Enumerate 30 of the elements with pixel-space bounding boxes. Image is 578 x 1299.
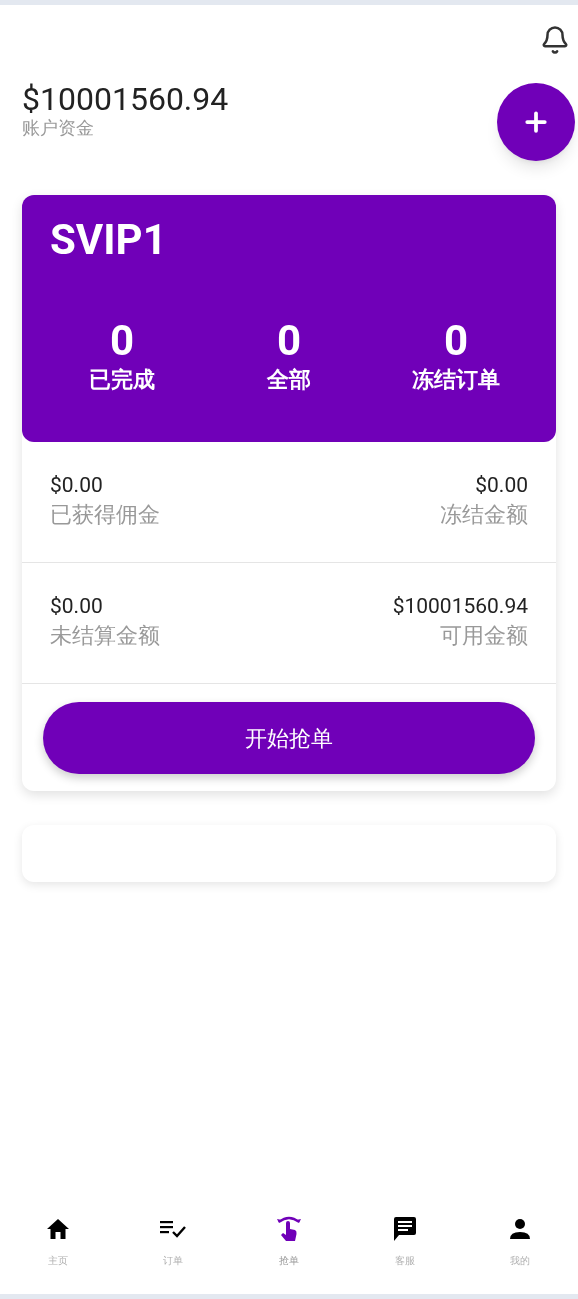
nav-tab[interactable]: 主页 xyxy=(17,1215,98,1268)
stat-value: 0 xyxy=(443,317,469,365)
money-amount: $0.00 xyxy=(50,593,103,619)
vip-level: SVIP1 xyxy=(50,215,168,265)
money-amount: $0.00 xyxy=(475,472,528,498)
nav-tab[interactable]: 抢单 xyxy=(249,1215,329,1268)
stat-label: 全部 xyxy=(267,366,311,394)
notification-bell-icon[interactable] xyxy=(540,25,570,55)
home-icon xyxy=(45,1218,70,1240)
money-amount: $0.00 xyxy=(50,472,103,498)
tap-gesture-icon xyxy=(276,1215,302,1243)
money-label: 可用金额 xyxy=(440,622,528,650)
balance-label: 账户资金 xyxy=(22,118,95,138)
add-button[interactable] xyxy=(497,83,575,161)
chat-icon xyxy=(391,1216,418,1242)
checklist-icon xyxy=(160,1219,187,1239)
nav-tab[interactable]: 我的 xyxy=(480,1215,561,1268)
money-label: 已获得佣金 xyxy=(50,501,160,529)
stat-label: 冻结订单 xyxy=(412,366,500,394)
nav-tab[interactable]: 订单 xyxy=(133,1215,214,1268)
person-icon xyxy=(509,1218,532,1240)
money-label: 冻结金额 xyxy=(440,501,528,529)
stat-label: 已完成 xyxy=(89,366,155,394)
stat-value: 0 xyxy=(109,317,135,365)
money-amount: $10001560.94 xyxy=(392,593,528,619)
balance-amount: $10001560.94 xyxy=(22,80,229,118)
stat-value: 0 xyxy=(276,317,302,365)
start-grab-button[interactable]: 开始抢单 xyxy=(43,702,535,774)
money-label: 未结算金额 xyxy=(50,622,160,650)
nav-tab[interactable]: 客服 xyxy=(364,1215,445,1268)
